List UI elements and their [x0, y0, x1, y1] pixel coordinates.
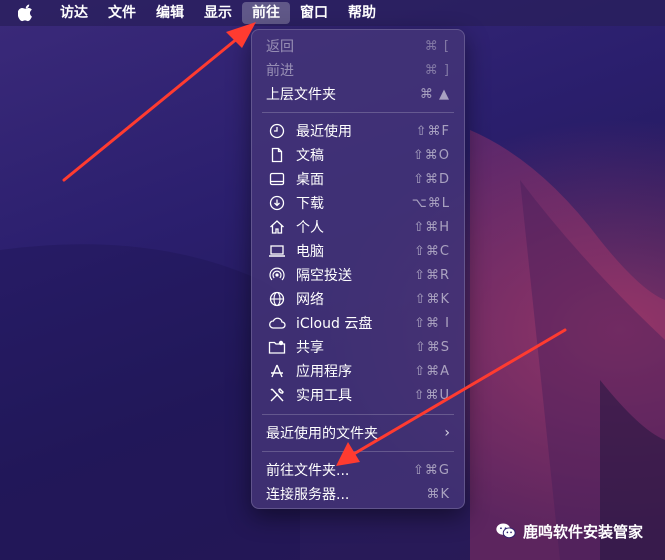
wechat-icon	[496, 523, 516, 539]
arrow-to-go-to-folder	[336, 328, 567, 466]
annotation-arrows	[62, 22, 567, 466]
arrow-to-go-menu	[62, 22, 256, 182]
watermark-text: 鹿鸣软件安装管家	[522, 522, 643, 541]
watermark: 鹿鸣软件安装管家	[495, 520, 643, 542]
